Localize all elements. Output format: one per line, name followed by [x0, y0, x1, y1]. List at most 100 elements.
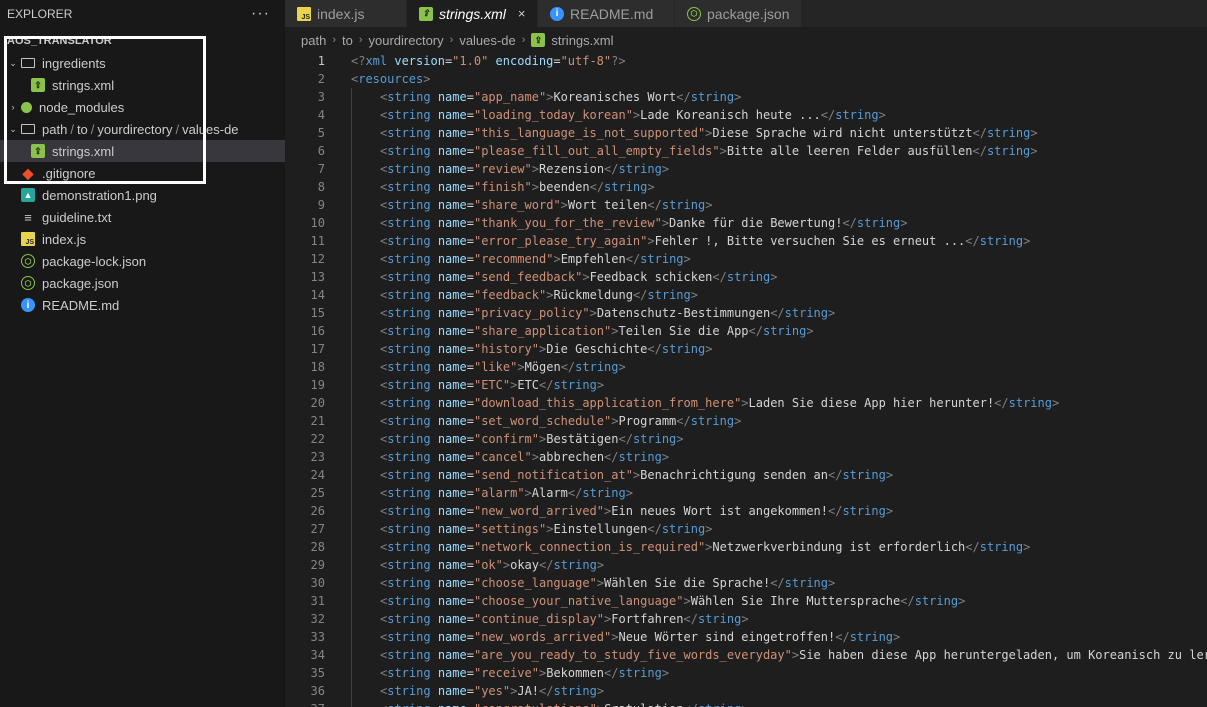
line-number: 1 [317, 54, 325, 68]
tab-package-json[interactable]: ⬡ package.json [675, 0, 802, 27]
line-number: 29 [310, 558, 325, 572]
folder-open-icon [21, 124, 35, 134]
code-text: <string name="this_language_is_not_suppo… [380, 126, 1038, 140]
file-item[interactable]: ⬡ package-lock.json [0, 250, 285, 272]
node-modules-folder-icon [21, 101, 32, 113]
code-text: <string name="ETC">ETC</string> [380, 378, 605, 392]
code-line: 25 <string name="alarm">Alarm</string> [285, 484, 1207, 502]
breadcrumb: path › to › yourdirectory › values-de › ⇪ strings… [285, 27, 1207, 53]
code-line: 20 <string name="download_this_applicatio… [285, 394, 1207, 412]
indent-guide [351, 502, 352, 520]
code-line: 1 <?xml version="1.0" encoding="utf-8"?> [285, 52, 1207, 70]
tab-readme-md[interactable]: i README.md [538, 0, 675, 27]
breadcrumb-item[interactable]: values-de [459, 33, 515, 48]
file-item[interactable]: ⇪ strings.xml [0, 74, 285, 96]
indent-guide [351, 538, 352, 556]
folder-item[interactable]: › node_modules [0, 96, 285, 118]
code-line: 33 <string name="new_words_arrived">Neue … [285, 628, 1207, 646]
line-number: 9 [317, 198, 325, 212]
code-line: 18 <string name="like">Mögen</string> [285, 358, 1207, 376]
code-line: 21 <string name="set_word_schedule">Progr… [285, 412, 1207, 430]
line-number: 15 [310, 306, 325, 320]
close-icon[interactable]: × [518, 6, 526, 21]
breadcrumb-item[interactable]: path [301, 33, 326, 48]
file-tree-label: index.js [42, 231, 87, 247]
code-text: <string name="confirm">Bestätigen</strin… [380, 432, 684, 446]
file-item[interactable]: ⬡ package.json [0, 272, 285, 294]
js-file-icon: JS [297, 6, 311, 21]
code-text: <string name="feedback">Rückmeldung</str… [380, 288, 698, 302]
tab-strings-xml[interactable]: ⇪ strings.xml × [407, 0, 538, 27]
code-line: 27 <string name="settings">Einstellungen<… [285, 520, 1207, 538]
chevron-down-icon[interactable]: ⌄ [8, 124, 18, 134]
folder-item[interactable]: ⌄ path / to / yourdirectory / values-de [0, 118, 285, 140]
line-number: 32 [310, 612, 325, 626]
code-text: <string name="settings">Einstellungen</s… [380, 522, 713, 536]
code-text: <string name="finish">beenden</string> [380, 180, 655, 194]
code-line: 37 <string name="congratulations">Gratula… [285, 700, 1207, 707]
code-text: <string name="like">Mögen</string> [380, 360, 626, 374]
folder-item[interactable]: ⌄ ingredients [0, 52, 285, 74]
indent-guide [351, 88, 352, 106]
indent-guide [351, 160, 352, 178]
line-number: 17 [310, 342, 325, 356]
indent-guide [351, 340, 352, 358]
code-line: 11 <string name="error_please_try_again">… [285, 232, 1207, 250]
file-tree-label: node_modules [39, 99, 125, 115]
file-item[interactable]: ◆ .gitignore [0, 162, 285, 184]
code-text: <string name="privacy_policy">Datenschut… [380, 306, 836, 320]
code-line: 17 <string name="history">Die Geschichte<… [285, 340, 1207, 358]
path-segment: values-de [182, 121, 239, 137]
tab-index-js[interactable]: JS index.js [285, 0, 407, 27]
code-text: <string name="please_fill_out_all_empty_… [380, 144, 1038, 158]
code-line: 8 <string name="finish">beenden</string> [285, 178, 1207, 196]
more-actions-icon[interactable]: ··· [251, 5, 270, 23]
project-title[interactable]: AOS_TRANSLATOR [7, 34, 112, 48]
code-text: <string name="are_you_ready_to_study_fiv… [380, 648, 1207, 662]
info-file-icon: i [21, 298, 35, 312]
indent-guide [351, 682, 352, 700]
xml-file-icon: ⇪ [31, 144, 45, 158]
code-line: 2 <resources> [285, 70, 1207, 88]
code-line: 35 <string name="receive">Bekommen</strin… [285, 664, 1207, 682]
indent-guide [351, 358, 352, 376]
breadcrumb-item[interactable]: yourdirectory [369, 33, 444, 48]
code-text: <string name="send_notification_at">Bena… [380, 468, 894, 482]
file-tree-label: .gitignore [42, 165, 96, 181]
code-text: <string name="loading_today_korean">Lade… [380, 108, 886, 122]
file-tree-label: ingredients [42, 55, 106, 71]
line-number: 4 [317, 108, 325, 122]
code-text: <?xml version="1.0" encoding="utf-8"?> [351, 54, 626, 68]
code-text: <string name="alarm">Alarm</string> [380, 486, 633, 500]
code-line: 14 <string name="feedback">Rückmeldung</s… [285, 286, 1207, 304]
indent-guide [351, 628, 352, 646]
code-text: <string name="app_name">Koreanisches Wor… [380, 90, 742, 104]
line-number: 26 [310, 504, 325, 518]
tab-label: package.json [707, 5, 790, 22]
breadcrumb-item[interactable]: strings.xml [551, 33, 613, 48]
line-number: 19 [310, 378, 325, 392]
indent-guide [351, 592, 352, 610]
file-item[interactable]: ≡ guideline.txt [0, 206, 285, 228]
code-line: 34 <string name="are_you_ready_to_study_f… [285, 646, 1207, 664]
file-item[interactable]: ⇪ strings.xml [0, 140, 285, 162]
file-item[interactable]: JS index.js [0, 228, 285, 250]
file-item[interactable]: i README.md [0, 294, 285, 316]
file-item[interactable]: ▲ demonstration1.png [0, 184, 285, 206]
chevron-down-icon[interactable]: ⌄ [8, 58, 18, 68]
line-number: 21 [310, 414, 325, 428]
code-editor[interactable]: 1 <?xml version="1.0" encoding="utf-8"?> 2… [285, 52, 1207, 707]
file-tree-label: path [42, 121, 68, 137]
indent-guide [351, 250, 352, 268]
line-number: 25 [310, 486, 325, 500]
editor-tab-bar: JS index.js ⇪ strings.xml × i README.md ⬡ packag… [285, 0, 1207, 27]
indent-guide [351, 574, 352, 592]
line-number: 11 [310, 234, 325, 248]
code-line: 13 <string name="send_feedback">Feedback … [285, 268, 1207, 286]
code-line: 6 <string name="please_fill_out_all_empty… [285, 142, 1207, 160]
chevron-right-icon[interactable]: › [8, 102, 18, 112]
info-file-icon: i [550, 6, 564, 21]
file-tree-label: strings.xml [52, 77, 115, 93]
code-line: 32 <string name="continue_display">Fortfa… [285, 610, 1207, 628]
breadcrumb-item[interactable]: to [342, 33, 353, 48]
